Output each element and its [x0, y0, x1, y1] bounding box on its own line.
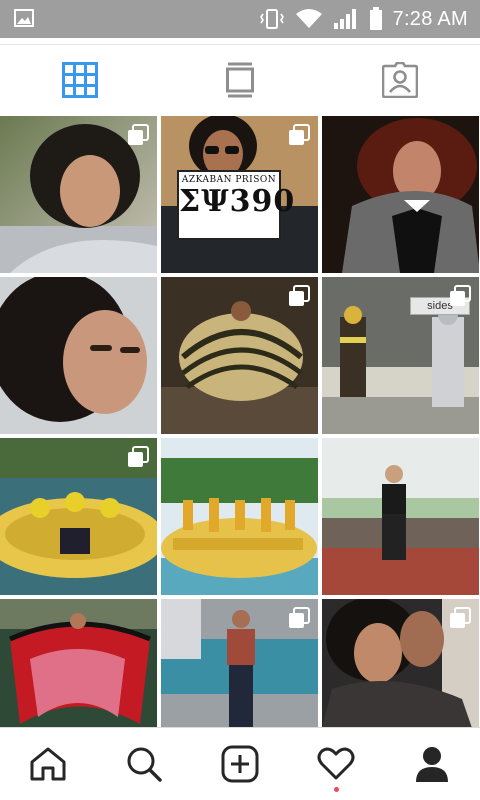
multiple-photos-icon — [289, 607, 310, 628]
multiple-photos-icon — [450, 607, 471, 628]
multiple-photos-icon — [289, 285, 310, 306]
photo-grid: AZKABAN PRISON ΣΨ390 sides — [0, 116, 480, 728]
profile-tabs — [0, 45, 480, 115]
photo-tile[interactable] — [161, 277, 318, 434]
status-time: 7:28 AM — [392, 7, 468, 30]
tab-tagged[interactable] — [320, 45, 480, 115]
add-post-icon — [221, 745, 259, 783]
photo-tile[interactable] — [322, 116, 479, 273]
photo-tile[interactable]: AZKABAN PRISON ΣΨ390 — [161, 116, 318, 273]
bottom-nav — [0, 727, 480, 800]
nav-profile[interactable] — [384, 728, 480, 800]
photo-tile[interactable] — [0, 438, 157, 595]
grid-icon — [62, 62, 98, 98]
search-icon — [127, 747, 162, 782]
photo-liferaft-pool — [161, 438, 318, 595]
photo-curly-selfie — [0, 277, 157, 434]
activity-heart-icon — [317, 747, 355, 780]
notification-dot — [333, 787, 339, 792]
photo-red-hair-portrait — [322, 116, 479, 273]
tab-feed[interactable] — [160, 45, 320, 115]
nav-activity[interactable] — [288, 728, 384, 800]
signal-icon — [333, 9, 356, 29]
photo-tile[interactable] — [322, 438, 479, 595]
tagged-person-icon — [382, 62, 418, 98]
photo-tile[interactable]: sides — [322, 277, 479, 434]
battery-icon — [369, 7, 382, 30]
profile-icon — [416, 747, 448, 782]
photo-tile[interactable] — [0, 277, 157, 434]
photo-tile[interactable] — [161, 438, 318, 595]
nav-add-post[interactable] — [192, 728, 288, 800]
sign-number: ΣΨ390 — [179, 184, 296, 219]
prison-sign: AZKABAN PRISON ΣΨ390 — [177, 170, 296, 240]
multiple-photos-icon — [289, 124, 310, 145]
tab-grid[interactable] — [0, 45, 160, 115]
image-icon — [14, 9, 34, 27]
photo-tile[interactable] — [0, 116, 157, 273]
feed-icon — [226, 62, 254, 98]
photo-sitting-steps — [322, 438, 479, 595]
home-icon — [30, 747, 66, 781]
vibrate-icon — [259, 9, 284, 29]
wifi-icon — [295, 9, 322, 28]
multiple-photos-icon — [450, 285, 471, 306]
multiple-photos-icon — [128, 446, 149, 467]
photo-red-skirt-dance — [0, 599, 157, 728]
status-bar: 7:28 AM — [0, 0, 480, 38]
nav-home[interactable] — [0, 728, 96, 800]
nav-search[interactable] — [96, 728, 192, 800]
multiple-photos-icon — [128, 124, 149, 145]
